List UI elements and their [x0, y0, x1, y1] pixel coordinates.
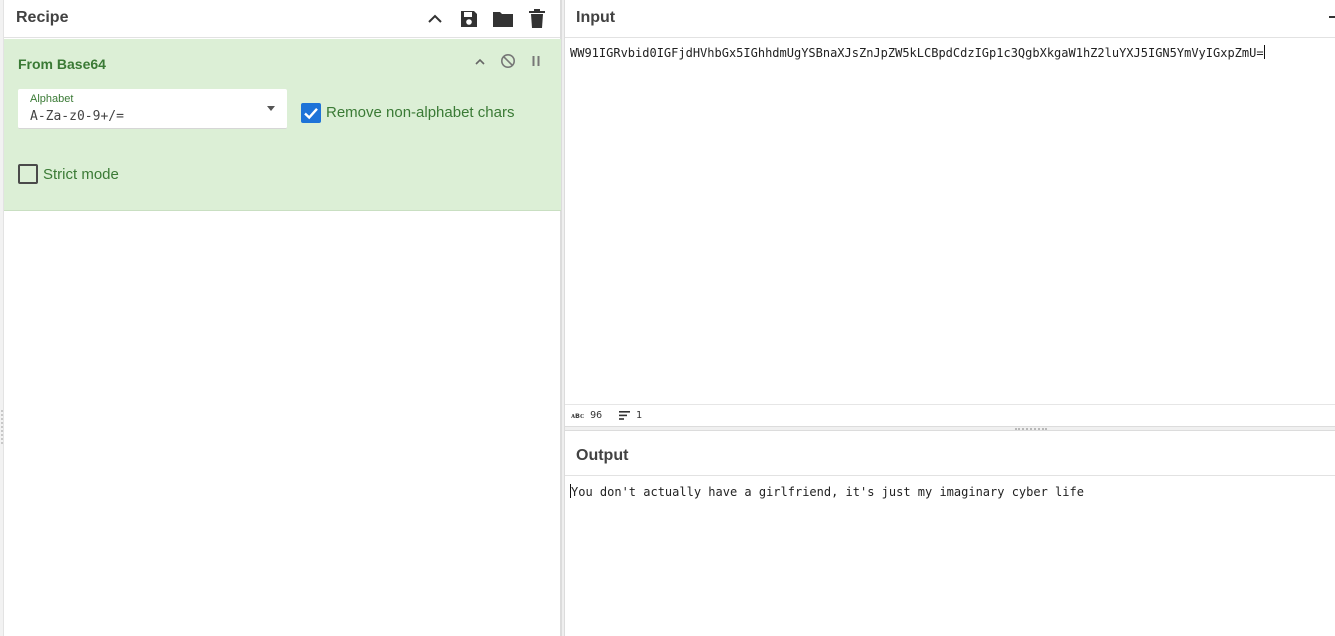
lines-icon	[619, 411, 630, 420]
disable-icon[interactable]	[499, 52, 517, 70]
input-lines-stat: 1	[619, 410, 642, 421]
folder-icon[interactable]	[490, 6, 516, 32]
save-icon[interactable]	[456, 6, 482, 32]
cyberchef-app: Recipe From Base64 Alphabet A-Za-z0-9+/=…	[0, 0, 1335, 636]
pause-icon[interactable]	[527, 52, 545, 70]
checkmark-icon	[304, 107, 318, 120]
alphabet-select[interactable]: Alphabet A-Za-z0-9+/=	[18, 89, 287, 129]
recipe-toolbar	[422, 4, 550, 34]
input-textarea[interactable]: WW91IGRvbid0IGFjdHVhbGx5IGhhdmUgYSBnaXJs…	[570, 45, 1265, 60]
recipe-header: Recipe	[4, 0, 560, 38]
abc-icon: ᴀʙᴄ	[571, 411, 585, 420]
alphabet-value: A-Za-z0-9+/=	[30, 109, 124, 124]
collapse-chevron-icon[interactable]	[471, 52, 489, 70]
split-grip[interactable]	[1015, 428, 1047, 430]
io-pane: Input WW91IGRvbid0IGFjdHVhbGx5IGhhdmUgYS…	[565, 0, 1335, 636]
dropdown-caret-icon[interactable]	[267, 106, 275, 111]
alphabet-label: Alphabet	[30, 93, 74, 105]
minimize-icon[interactable]	[1329, 16, 1335, 18]
remove-non-alphabet-label[interactable]: Remove non-alphabet chars	[326, 104, 514, 121]
input-lines: 1	[636, 410, 643, 421]
resize-grip[interactable]	[1, 410, 3, 444]
trash-icon[interactable]	[524, 6, 550, 32]
operation-from-base64: From Base64 Alphabet A-Za-z0-9+/= Remove…	[4, 39, 561, 211]
operation-controls	[471, 52, 545, 70]
input-header: Input	[565, 0, 1335, 38]
input-text: WW91IGRvbid0IGFjdHVhbGx5IGhhdmUgYSBnaXJs…	[570, 46, 1264, 60]
input-length-stat: ᴀʙᴄ 96	[571, 410, 602, 421]
recipe-title: Recipe	[16, 9, 69, 26]
recipe-pane: Recipe From Base64 Alphabet A-Za-z0-9+/=…	[4, 0, 561, 636]
input-status-bar: ᴀʙᴄ 96 1	[565, 404, 1335, 426]
input-title: Input	[576, 9, 616, 26]
text-cursor	[1263, 45, 1265, 59]
remove-non-alphabet-checkbox[interactable]	[301, 103, 321, 123]
io-split-handle[interactable]	[565, 426, 1335, 431]
output-title: Output	[576, 447, 629, 464]
strict-mode-checkbox[interactable]	[18, 164, 38, 184]
output-text: You don't actually have a girlfriend, it…	[571, 485, 1084, 499]
output-header: Output	[565, 438, 1335, 476]
input-length: 96	[590, 410, 603, 421]
strict-mode-label[interactable]: Strict mode	[43, 166, 119, 183]
chevron-up-icon[interactable]	[422, 6, 448, 32]
output-textarea[interactable]: You don't actually have a girlfriend, it…	[570, 484, 1084, 499]
operation-title: From Base64	[18, 56, 106, 72]
